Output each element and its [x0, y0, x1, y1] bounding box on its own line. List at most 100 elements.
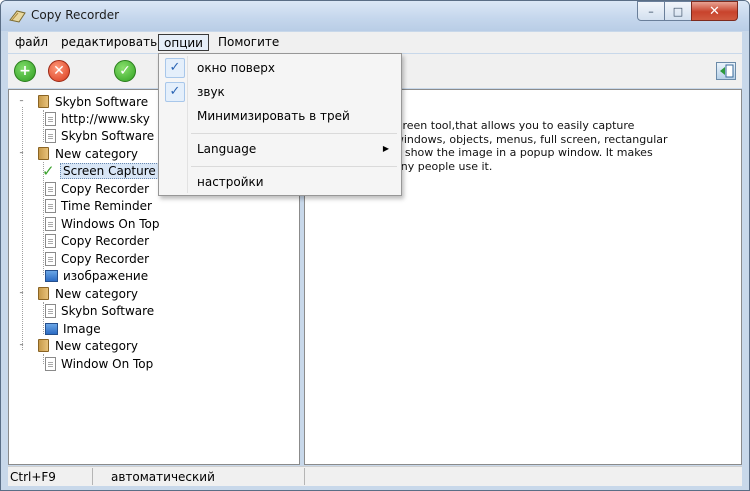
menu-separator: [191, 166, 397, 167]
folder-icon: [38, 147, 49, 160]
tree-label: New category: [55, 146, 139, 161]
status-hotkey: Ctrl+F9: [10, 470, 56, 484]
document-icon: [45, 198, 56, 213]
document-icon: [45, 216, 56, 231]
pane-toggle-icon: [720, 64, 734, 78]
menu-edit[interactable]: редактировать: [56, 34, 162, 51]
tree-item-selected[interactable]: ✓ Screen Capture: [42, 161, 159, 180]
menu-file[interactable]: файл: [10, 34, 53, 51]
image-icon: [45, 269, 58, 282]
tree-label: New category: [55, 286, 139, 301]
document-icon: [45, 233, 56, 248]
document-icon: [45, 181, 56, 196]
tree-label: Windows On Top: [61, 216, 160, 231]
folder-icon: [38, 287, 49, 300]
menu-bar: файл редактировать опции Помогите: [8, 32, 742, 53]
tree-category[interactable]: – Skybn Software: [17, 93, 149, 110]
close-button[interactable]: ✕: [691, 1, 738, 21]
document-icon: [45, 128, 56, 143]
status-divider: [304, 468, 305, 485]
folder-icon: [38, 95, 49, 108]
tree-label: http://www.sky: [61, 111, 150, 126]
delete-icon: ✕: [53, 63, 65, 79]
tree-item[interactable]: Image: [45, 320, 101, 337]
pane-toggle-button[interactable]: [716, 62, 736, 80]
collapse-icon[interactable]: –: [17, 341, 26, 350]
tree-label: Screen Capture: [60, 162, 159, 179]
tree-label: Time Reminder: [61, 198, 152, 213]
menu-item-always-on-top[interactable]: ✓ окно поверх: [161, 57, 399, 79]
minimize-button[interactable]: –: [637, 1, 665, 21]
menu-item-label: Минимизировать в трей: [197, 109, 350, 123]
tree-label: Image: [63, 321, 101, 336]
minimize-icon: –: [648, 4, 654, 18]
tree-label: Skybn Software: [61, 128, 155, 143]
document-icon: [45, 251, 56, 266]
tree-label: Skybn Software: [61, 303, 155, 318]
tree-line: [43, 354, 44, 364]
tree-item[interactable]: Windows On Top: [45, 215, 160, 232]
tree-category[interactable]: – New category: [17, 337, 139, 354]
checkmark-icon: ✓: [165, 82, 185, 102]
delete-button[interactable]: ✕: [48, 60, 70, 82]
close-icon: ✕: [709, 3, 720, 19]
status-mode: автоматический: [111, 470, 215, 484]
folder-icon: [38, 339, 49, 352]
tree-item[interactable]: Copy Recorder: [45, 232, 149, 249]
options-dropdown-menu: ✓ окно поверх ✓ звук Минимизировать в тр…: [158, 53, 402, 196]
ok-icon: ✓: [119, 63, 131, 79]
tree-item[interactable]: Skybn Software: [45, 302, 154, 319]
tree-item[interactable]: Window On Top: [45, 355, 153, 372]
tree-label: Copy Recorder: [61, 233, 150, 248]
tree-label: New category: [55, 338, 139, 353]
tree-item[interactable]: Copy Recorder: [45, 180, 149, 197]
tree-category[interactable]: – New category: [17, 285, 139, 302]
collapse-icon[interactable]: –: [17, 149, 26, 158]
menu-item-label: настройки: [197, 175, 264, 189]
tree-label: Skybn Software: [55, 94, 149, 109]
app-window: Copy Recorder – □ ✕ файл редактировать о…: [0, 0, 750, 491]
tree-item[interactable]: http://www.sky: [45, 110, 150, 127]
collapse-icon[interactable]: –: [17, 97, 26, 106]
window-title: Copy Recorder: [31, 8, 120, 22]
status-bar: Ctrl+F9 автоматический: [8, 466, 742, 486]
menu-item-language[interactable]: Language ▶: [161, 138, 399, 160]
add-button[interactable]: +: [14, 60, 36, 82]
menu-item-label: Language: [197, 142, 257, 156]
menu-item-settings[interactable]: настройки: [161, 171, 399, 193]
tree-label: изображение: [63, 268, 149, 283]
document-icon: [45, 303, 56, 318]
tree-label: Copy Recorder: [61, 181, 150, 196]
tree-line: [43, 110, 44, 142]
menu-item-sound[interactable]: ✓ звук: [161, 81, 399, 103]
add-icon: +: [19, 63, 31, 79]
maximize-button[interactable]: □: [664, 1, 692, 21]
tree-item[interactable]: Skybn Software: [45, 127, 154, 144]
menu-options[interactable]: опции: [158, 34, 209, 51]
collapse-icon[interactable]: –: [17, 289, 26, 298]
tree-label: Window On Top: [61, 356, 154, 371]
tree-item[interactable]: Copy Recorder: [45, 250, 149, 267]
status-divider: [92, 468, 93, 485]
check-icon: ✓: [42, 161, 55, 180]
ok-button[interactable]: ✓: [114, 60, 136, 82]
menu-separator: [191, 133, 397, 134]
tree-item[interactable]: изображение: [45, 267, 148, 284]
tree-category[interactable]: – New category: [17, 145, 139, 162]
document-icon: [45, 111, 56, 126]
app-icon: [9, 10, 26, 23]
tree-line: [43, 302, 44, 334]
submenu-arrow-icon: ▶: [382, 144, 389, 153]
menu-help[interactable]: Помогите: [213, 34, 284, 51]
maximize-icon: □: [672, 4, 684, 18]
menu-item-minimize-to-tray[interactable]: Минимизировать в трей: [161, 105, 399, 127]
tree-item[interactable]: Time Reminder: [45, 197, 152, 214]
image-icon: [45, 322, 58, 335]
title-bar[interactable]: Copy Recorder – □ ✕: [1, 1, 749, 31]
menu-item-label: окно поверх: [197, 61, 275, 75]
menu-item-label: звук: [197, 85, 225, 99]
tree-line: [22, 107, 23, 350]
checkmark-icon: ✓: [165, 58, 185, 78]
tree-label: Copy Recorder: [61, 251, 150, 266]
document-icon: [45, 356, 56, 371]
